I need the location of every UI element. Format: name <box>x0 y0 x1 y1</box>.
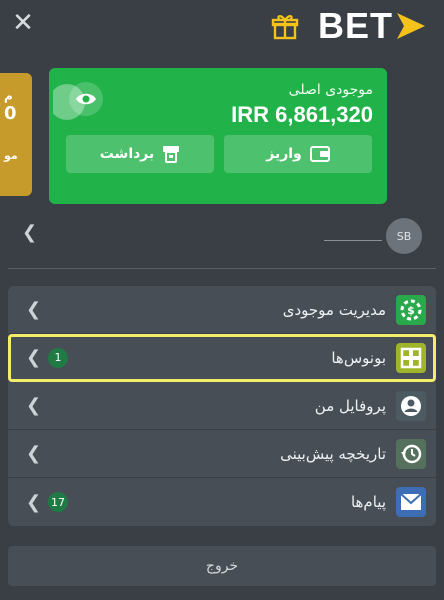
withdraw-button[interactable]: برداشت <box>66 135 214 173</box>
balance-label: موجودی اصلی <box>288 82 373 98</box>
deposit-button[interactable]: واریز <box>224 135 372 173</box>
deposit-label: واریز <box>266 146 302 162</box>
menu-item-label: مدیریت موجودی <box>282 300 386 319</box>
menu-item-label: تاریخچه پیش‌بینی <box>280 444 386 463</box>
bonus-count-badge: 1 <box>48 347 68 368</box>
avatar: SB <box>386 218 422 254</box>
menu-item-label: پروفایل من <box>314 396 386 415</box>
username-placeholder <box>324 240 382 241</box>
wallet-management-icon: $ <box>396 294 426 325</box>
chevron-left-icon: ❮ <box>26 443 42 464</box>
brand-logo: BET <box>270 5 427 46</box>
chevron-left-icon: ❮ <box>26 395 42 416</box>
close-icon: ✕ <box>12 8 34 38</box>
menu-item-bonuses[interactable]: ❮ 1 بونوس‌ها <box>8 334 436 382</box>
peek-card-amount: 0 <box>4 103 17 124</box>
chevron-left-icon: ❮ <box>26 299 42 320</box>
menu-item-balance-management[interactable]: ❮ مدیریت موجودی $ <box>8 286 436 334</box>
logout-button[interactable]: خروج <box>8 546 436 586</box>
main-balance-card: موجودی اصلی IRR 6,861,320 برداشت واریز <box>49 68 387 204</box>
peek-card-label: م <box>4 89 13 103</box>
menu-item-bet-history[interactable]: ❮ تاریخچه پیش‌بینی <box>8 430 436 478</box>
user-account-row[interactable]: SB ❮ <box>0 210 444 254</box>
secondary-balance-card[interactable]: م 0 مو <box>0 73 32 196</box>
bonus-icon <box>396 342 426 373</box>
gift-icon[interactable] <box>270 11 300 41</box>
messages-count-badge: 17 <box>48 492 68 512</box>
menu-item-label: بونوس‌ها <box>331 348 386 367</box>
profile-icon <box>396 390 426 421</box>
atm-icon <box>163 146 180 163</box>
svg-text:$: $ <box>407 304 415 317</box>
chevron-left-icon: ❮ <box>26 491 42 513</box>
history-icon <box>396 438 426 469</box>
eye-icon <box>76 93 96 105</box>
menu-item-messages[interactable]: ❮ 17 پیام‌ها <box>8 478 436 526</box>
divider <box>8 268 436 269</box>
menu-item-label: پیام‌ها <box>350 493 386 511</box>
chevron-left-icon: ❮ <box>22 222 38 243</box>
withdraw-label: برداشت <box>99 146 155 162</box>
peek-card-subtitle: مو <box>4 149 18 162</box>
logo-text: BET <box>318 5 393 46</box>
messages-icon <box>396 487 426 517</box>
menu-item-profile[interactable]: ❮ پروفایل من <box>8 382 436 430</box>
balance-amount: IRR 6,861,320 <box>231 102 373 127</box>
close-button[interactable]: ✕ <box>10 10 36 36</box>
chevron-left-icon: ❮ <box>26 347 42 368</box>
wallet-icon <box>309 146 330 162</box>
account-menu: ❮ مدیریت موجودی $ ❮ 1 بونوس‌ها ❮ پروفایل… <box>8 286 436 526</box>
toggle-balance-visibility-button[interactable] <box>69 82 103 116</box>
logo-arrow-icon <box>397 13 425 39</box>
